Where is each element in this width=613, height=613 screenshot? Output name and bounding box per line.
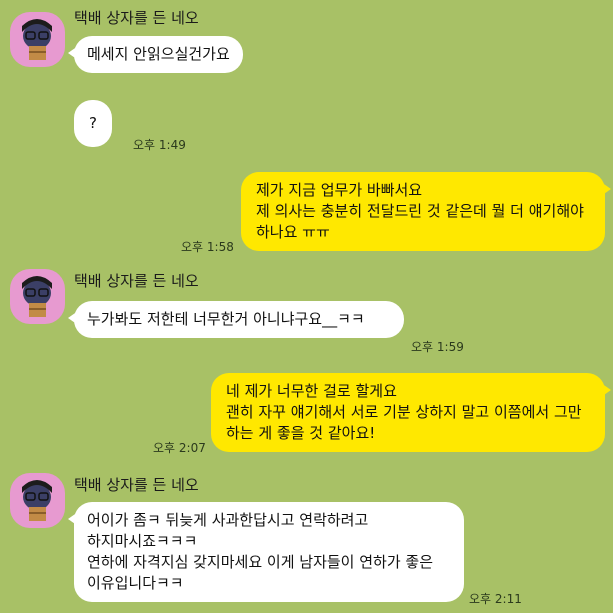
message-text: 네 제가 너무한 걸로 할게요 [226,382,397,400]
message-bubble-incoming[interactable]: ? [74,100,112,147]
neo-with-parcel-avatar-icon [22,276,52,317]
message-text: ? [89,114,97,132]
message-text: 연하에 자격지심 갖지마세요 이게 남자들이 연하가 좋은 [87,553,434,571]
sender-name: 택배 상자를 든 네오 [74,272,199,290]
message-timestamp: 오후 2:11 [469,592,522,606]
message-timestamp: 오후 1:49 [133,138,186,152]
sender-name: 택배 상자를 든 네오 [74,9,199,27]
avatar[interactable] [10,12,65,67]
message-text: 메세지 안읽으실건가요 [87,45,230,63]
message-text: 제가 지금 업무가 바빠서요 [256,181,423,199]
message-bubble-outgoing[interactable]: 제가 지금 업무가 바빠서요 제 의사는 충분히 전달드린 것 같은데 뭘 더 … [241,172,611,251]
chat-screen: 택배 상자를 든 네오 메세지 안읽으실건가요 ? 오후 1:49 제가 지금 … [0,0,613,613]
message-timestamp: 오후 2:07 [153,441,206,455]
message-text: 하나요 ㅠㅠ [256,223,330,241]
avatar[interactable] [10,269,65,324]
message-bubble-outgoing[interactable]: 네 제가 너무한 걸로 할게요 괜히 자꾸 얘기해서 서로 기분 상하지 말고 … [211,373,611,452]
message-text: 괜히 자꾸 얘기해서 서로 기분 상하지 말고 이쯤에서 그만 [226,403,582,421]
sender-name: 택배 상자를 든 네오 [74,476,199,494]
message-text: 누가봐도 저한테 너무한거 아니냐구요__ㅋㅋ [87,310,365,328]
avatar[interactable] [10,473,65,528]
message-bubble-incoming[interactable]: 어이가 좀ㅋ 뒤늦게 사과한답시고 연락하려고 하지마시죠ㅋㅋㅋ 연하에 자격지… [68,502,464,602]
neo-with-parcel-avatar-icon [22,19,52,60]
message-text: 이유입니다ㅋㅋ [87,574,184,592]
message-text: 하는 게 좋을 것 같아요! [226,424,376,442]
message-text: 하지마시죠ㅋㅋㅋ [87,532,198,550]
message-bubble-incoming[interactable]: 메세지 안읽으실건가요 [68,36,243,73]
message-text: 제 의사는 충분히 전달드린 것 같은데 뭘 더 얘기해야 [256,202,584,220]
message-text: 어이가 좀ㅋ 뒤늦게 사과한답시고 연락하려고 [87,511,369,529]
neo-with-parcel-avatar-icon [22,480,52,521]
message-timestamp: 오후 1:59 [411,340,464,354]
message-timestamp: 오후 1:58 [181,240,234,254]
message-bubble-incoming[interactable]: 누가봐도 저한테 너무한거 아니냐구요__ㅋㅋ [68,301,404,338]
